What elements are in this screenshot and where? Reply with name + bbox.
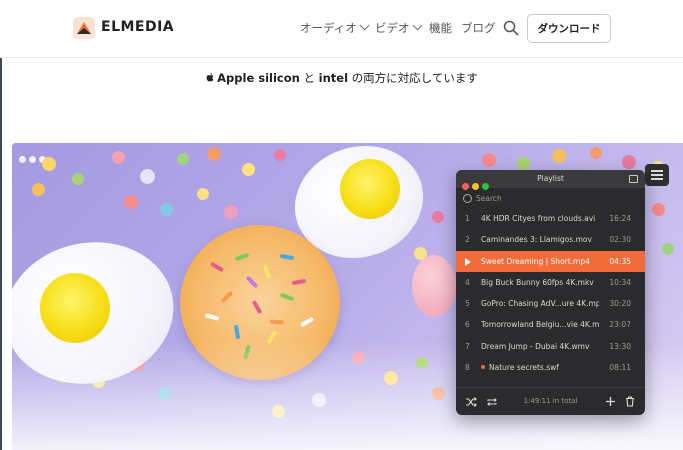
nav-item-blog[interactable]: ブログ	[461, 20, 496, 36]
sprinkle	[482, 153, 496, 167]
item-title: 4K HDR Cityes from clouds.avi	[481, 214, 596, 223]
sprinkle	[652, 203, 665, 216]
zoom-window-button[interactable]	[482, 183, 489, 190]
window-edge	[0, 0, 2, 450]
sprinkle	[224, 205, 238, 219]
item-title: Tomorrowland Belgiu...vie 4K.mkv	[481, 320, 599, 330]
playlist-item[interactable]: 1 4K HDR Cityes from clouds.avi 16:24	[456, 208, 645, 229]
playlist-panel: Playlist Search 1 4K HDR Cityes from clo…	[456, 170, 645, 415]
item-duration: 08:11	[609, 363, 631, 373]
item-duration: 16:24	[609, 214, 631, 223]
nav-item-audio[interactable]: オーディオ	[300, 20, 370, 36]
sprinkle	[242, 163, 255, 176]
playlist-total-duration: 1:49:11 in total	[523, 397, 578, 405]
item-title: Big Buck Bunny 60fps 4K.mkv	[481, 277, 594, 287]
sprinkle	[432, 211, 444, 223]
sprinkle	[197, 188, 209, 200]
item-title: Caminandes 3: Llamigos.mov	[481, 235, 592, 245]
sprinkle	[112, 151, 125, 164]
candy-egg	[412, 255, 456, 317]
playlist-item[interactable]: 8 Nature secrets.swf 08:11	[456, 357, 645, 378]
nav-label: オーディオ	[300, 21, 357, 35]
playlist-item[interactable]: 7 Dream Jump - Dubai 4K.wmv 13:30	[456, 336, 645, 357]
intel-label: intel	[318, 71, 349, 85]
item-number: 2	[465, 235, 470, 245]
pip-icon[interactable]	[629, 175, 638, 183]
item-number: 8	[465, 363, 470, 373]
item-number: 6	[465, 320, 470, 330]
sprinkle	[274, 149, 286, 161]
item-number: 7	[465, 341, 470, 351]
item-number: 1	[465, 214, 470, 223]
playlist-item[interactable]: 5 GoPro: Chasing AdV...ure 4K.mp4 30:20	[456, 293, 645, 314]
tagline-connector: と	[303, 71, 316, 85]
sprinkle	[177, 153, 189, 165]
item-duration: 02:30	[609, 235, 631, 245]
search-placeholder: Search	[476, 194, 502, 203]
brand-name[interactable]: ELMEDIA	[101, 19, 174, 35]
sprinkle	[207, 147, 221, 161]
item-title-text: Nature secrets.swf	[489, 363, 559, 373]
play-icon	[465, 257, 471, 266]
sprinkle	[42, 157, 56, 171]
search-icon[interactable]	[502, 19, 520, 37]
playlist-item[interactable]: 2 Caminandes 3: Llamigos.mov 02:30	[456, 229, 645, 250]
sprinkle	[124, 195, 138, 209]
sprinkle	[590, 147, 602, 159]
item-title: Dream Jump - Dubai 4K.wmv	[481, 341, 590, 351]
playlist-toggle-button[interactable]	[645, 164, 669, 186]
nav-label: ブログ	[461, 21, 496, 35]
sprinkle	[72, 173, 84, 185]
download-button[interactable]: ダウンロード	[527, 14, 611, 43]
item-number: 4	[465, 277, 470, 287]
add-icon[interactable]	[605, 396, 616, 407]
item-duration: 30:20	[609, 299, 631, 309]
item-duration: 04:35	[609, 256, 631, 266]
playlist-item-active[interactable]: Sweet Dreaming | Short.mp4 04:35	[456, 250, 645, 272]
sprinkle	[552, 149, 566, 163]
sprinkle	[140, 169, 155, 184]
search-icon	[463, 194, 472, 203]
item-duration: 13:30	[609, 341, 631, 351]
playlist-search-input[interactable]: Search	[462, 192, 639, 206]
playlist-item[interactable]: 6 Tomorrowland Belgiu...vie 4K.mkv 23:07	[456, 314, 645, 335]
egg-yolk	[340, 159, 400, 219]
nav-item-features[interactable]: 機能	[429, 20, 452, 36]
site-header: ELMEDIA オーディオ ビデオ 機能 ブログ ダウンロード	[0, 0, 683, 58]
close-window-button[interactable]	[462, 183, 469, 190]
chevron-down-icon	[412, 20, 422, 31]
nav-label: ビデオ	[375, 21, 410, 35]
playlist-item[interactable]: 4 Big Buck Bunny 60fps 4K.mkv 10:34	[456, 272, 645, 293]
egg-yolk	[40, 273, 110, 343]
nav-label: 機能	[429, 21, 452, 35]
item-duration: 10:34	[609, 277, 631, 287]
unwatched-dot-icon	[481, 365, 485, 370]
playlist-footer: 1:49:11 in total	[456, 387, 645, 415]
apple-icon	[206, 73, 214, 82]
tagline-suffix: の両方に対応しています	[351, 71, 478, 85]
chevron-down-icon	[359, 20, 370, 31]
playlist-list: 1 4K HDR Cityes from clouds.avi 16:24 2 …	[456, 208, 645, 378]
sprinkle	[662, 243, 674, 255]
elmedia-logo-icon[interactable]	[73, 17, 95, 39]
item-duration: 23:07	[609, 320, 631, 330]
item-title: Sweet Dreaming | Short.mp4	[481, 256, 590, 266]
minimize-window-button[interactable]	[472, 183, 479, 190]
sprinkle	[622, 155, 636, 169]
nav-item-video[interactable]: ビデオ	[375, 20, 422, 36]
item-title: GoPro: Chasing AdV...ure 4K.mp4	[481, 299, 599, 309]
item-title: Nature secrets.swf	[481, 357, 599, 378]
item-number: 5	[465, 299, 470, 309]
sprinkle	[517, 157, 530, 170]
sprinkle	[32, 183, 45, 196]
sprinkle	[160, 203, 173, 216]
trash-icon[interactable]	[625, 396, 635, 407]
compatibility-tagline: Apple silicon と intel の両方に対応しています	[0, 70, 683, 86]
apple-silicon-label: Apple silicon	[217, 71, 300, 85]
